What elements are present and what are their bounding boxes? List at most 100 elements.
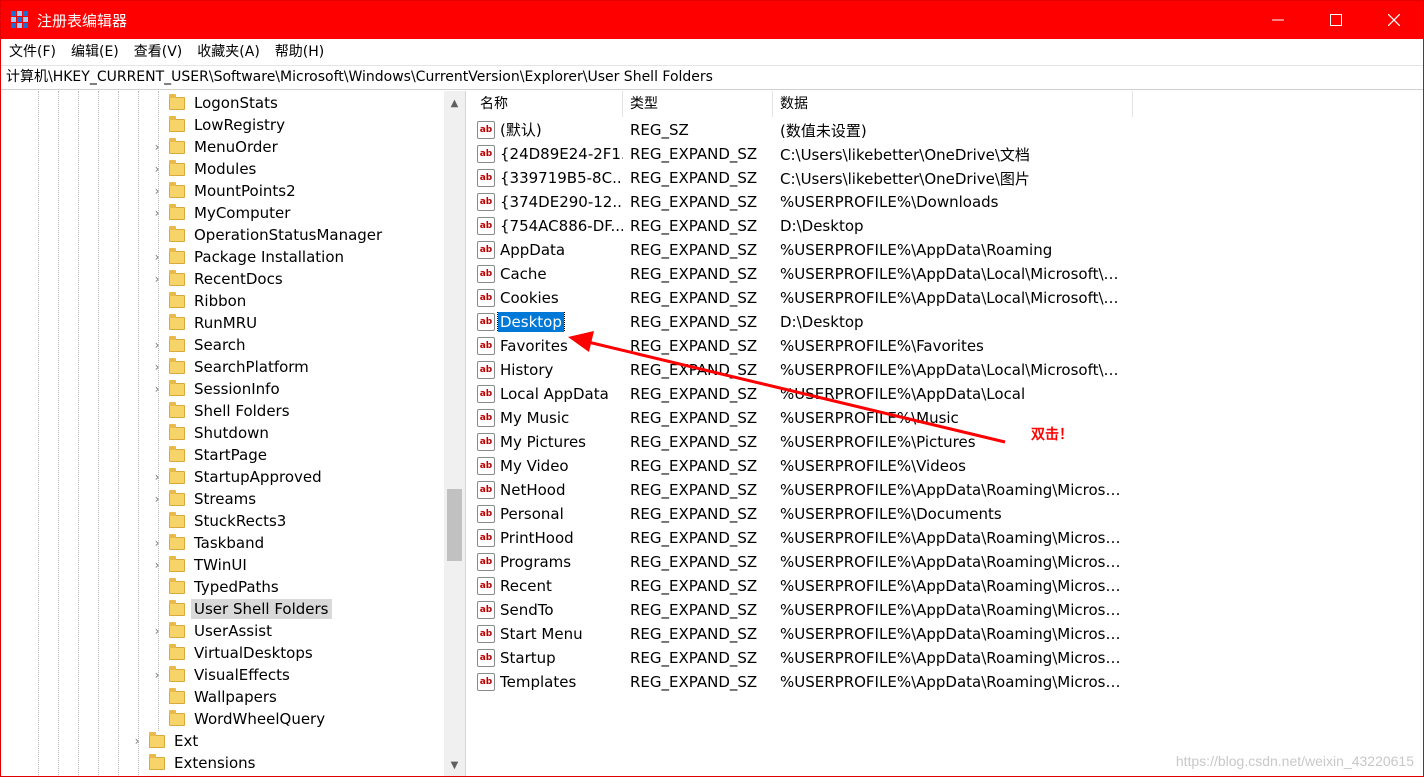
value-row[interactable]: ab Cache REG_EXPAND_SZ %USERPROFILE%\AppDat… (473, 262, 1128, 286)
value-row[interactable]: ab AppData REG_EXPAND_SZ %USERPROFILE%\AppD… (473, 238, 1128, 262)
tree-item[interactable]: › Ext (131, 730, 201, 752)
tree-item[interactable]: Shutdown (151, 422, 272, 444)
value-row[interactable]: ab PrintHood REG_EXPAND_SZ %USERPROFILE%\Ap… (473, 526, 1128, 550)
value-row[interactable]: ab {374DE290-12... REG_EXPAND_SZ %USERPROFI… (473, 190, 1128, 214)
tree-item[interactable]: › Streams (151, 488, 259, 510)
value-row[interactable]: ab Programs REG_EXPAND_SZ %USERPROFILE%\App… (473, 550, 1128, 574)
tree-item[interactable]: › RecentDocs (151, 268, 286, 290)
value-row[interactable]: ab Start Menu REG_EXPAND_SZ %USERPROFILE%\A… (473, 622, 1128, 646)
value-row[interactable]: ab {754AC886-DF... REG_EXPAND_SZ D:\Desktop (473, 214, 1128, 238)
column-name[interactable]: 名称 (473, 91, 623, 117)
chevron-right-icon[interactable]: › (151, 554, 163, 576)
tree-item[interactable]: VirtualDesktops (151, 642, 316, 664)
value-row[interactable]: ab Favorites REG_EXPAND_SZ %USERPROFILE%\Fa… (473, 334, 1128, 358)
chevron-right-icon[interactable]: › (151, 334, 163, 356)
tree-item[interactable]: StuckRects3 (151, 510, 289, 532)
tree-item[interactable]: › UserAssist (151, 620, 275, 642)
minimize-button[interactable] (1249, 1, 1307, 39)
value-type: REG_EXPAND_SZ (630, 193, 758, 211)
tree-item[interactable]: WordWheelQuery (151, 708, 328, 730)
tree-item[interactable]: Shell Folders (151, 400, 293, 422)
tree-item[interactable]: › MountPoints2 (151, 180, 299, 202)
tree-item[interactable]: › Modules (151, 158, 259, 180)
chevron-right-icon[interactable]: › (151, 136, 163, 158)
value-row[interactable]: ab {339719B5-8C... REG_EXPAND_SZ C:\Users\l… (473, 166, 1128, 190)
tree-item[interactable]: TypedPaths (151, 576, 282, 598)
chevron-right-icon[interactable]: › (151, 202, 163, 224)
value-row[interactable]: ab Startup REG_EXPAND_SZ %USERPROFILE%\AppD… (473, 646, 1128, 670)
ab-string-icon: ab (477, 673, 495, 691)
menu-file[interactable]: 文件(F) (1, 39, 63, 65)
value-row[interactable]: ab Cookies REG_EXPAND_SZ %USERPROFILE%\AppD… (473, 286, 1128, 310)
chevron-right-icon[interactable]: › (151, 664, 163, 686)
value-row[interactable]: ab Recent REG_EXPAND_SZ %USERPROFILE%\AppDa… (473, 574, 1128, 598)
value-row[interactable]: ab (默认) REG_SZ (数值未设置) (473, 118, 1128, 142)
tree-item-label: User Shell Folders (191, 599, 332, 619)
chevron-right-icon[interactable]: › (151, 180, 163, 202)
tree-item-label: MountPoints2 (194, 182, 296, 200)
chevron-right-icon[interactable]: › (151, 488, 163, 510)
tree-item[interactable]: › StartupApproved (151, 466, 325, 488)
chevron-right-icon[interactable]: › (151, 620, 163, 642)
scroll-thumb[interactable] (447, 489, 462, 561)
chevron-right-icon[interactable]: › (151, 158, 163, 180)
title-bar[interactable]: 注册表编辑器 (1, 1, 1423, 39)
tree-item[interactable]: › SessionInfo (151, 378, 283, 400)
chevron-right-icon[interactable]: › (151, 378, 163, 400)
tree-scrollbar[interactable]: ▲ ▼ (444, 91, 465, 776)
scroll-down-icon[interactable]: ▼ (444, 755, 465, 775)
tree-item-label: Modules (194, 160, 257, 178)
value-row[interactable]: ab SendTo REG_EXPAND_SZ %USERPROFILE%\AppDa… (473, 598, 1128, 622)
value-row[interactable]: ab Desktop REG_EXPAND_SZ D:\Desktop (473, 310, 1128, 334)
value-row[interactable]: ab {24D89E24-2F1... REG_EXPAND_SZ C:\Users\… (473, 142, 1128, 166)
chevron-right-icon[interactable]: › (151, 246, 163, 268)
tree-item[interactable]: › VisualEffects (151, 664, 293, 686)
chevron-right-icon[interactable]: › (151, 466, 163, 488)
ab-string-icon: ab (477, 553, 495, 571)
value-row[interactable]: ab My Music REG_EXPAND_SZ %USERPROFILE%\Mus… (473, 406, 1128, 430)
chevron-right-icon[interactable]: › (151, 268, 163, 290)
value-row[interactable]: ab Local AppData REG_EXPAND_SZ %USERPROFILE… (473, 382, 1128, 406)
tree-item[interactable]: › Taskband (151, 532, 267, 554)
menu-favorites[interactable]: 收藏夹(A) (189, 39, 267, 65)
tree-guide-line (98, 91, 99, 776)
value-row[interactable]: ab Templates REG_EXPAND_SZ %USERPROFILE%\Ap… (473, 670, 1128, 694)
tree-item[interactable]: StartPage (151, 444, 270, 466)
tree-item[interactable]: User Shell Folders (151, 598, 332, 620)
chevron-right-icon[interactable]: › (131, 730, 143, 752)
tree-item[interactable]: › MenuOrder (151, 136, 281, 158)
tree-item[interactable]: › Search (151, 334, 249, 356)
key-tree-pane[interactable]: LogonStats LowRegistry › MenuOrder › Modules ›… (1, 91, 466, 776)
column-data[interactable]: 数据 (773, 91, 1133, 117)
tree-item[interactable]: Wallpapers (151, 686, 280, 708)
value-row[interactable]: ab My Pictures REG_EXPAND_SZ %USERPROFILE%\… (473, 430, 1128, 454)
tree-item[interactable]: › SearchPlatform (151, 356, 312, 378)
chevron-right-icon[interactable]: › (151, 532, 163, 554)
scroll-up-icon[interactable]: ▲ (444, 93, 465, 113)
value-name: {24D89E24-2F1... (500, 145, 623, 163)
tree-item[interactable]: Ribbon (151, 290, 249, 312)
tree-item[interactable]: Extensions (131, 752, 258, 774)
tree-item[interactable]: › Package Installation (151, 246, 347, 268)
tree-item[interactable]: › TWinUI (151, 554, 250, 576)
tree-item[interactable]: LogonStats (151, 92, 281, 114)
close-button[interactable] (1365, 1, 1423, 39)
value-row[interactable]: ab NetHood REG_EXPAND_SZ %USERPROFILE%\AppD… (473, 478, 1128, 502)
column-type[interactable]: 类型 (623, 91, 773, 117)
tree-item-label: Extensions (174, 754, 256, 772)
address-bar[interactable]: 计算机\HKEY_CURRENT_USER\Software\Microsoft… (1, 65, 1423, 90)
tree-item[interactable]: LowRegistry (151, 114, 288, 136)
menu-view[interactable]: 查看(V) (126, 39, 190, 65)
tree-item[interactable]: › MyComputer (151, 202, 293, 224)
value-row[interactable]: ab History REG_EXPAND_SZ %USERPROFILE%\AppD… (473, 358, 1128, 382)
menu-edit[interactable]: 编辑(E) (63, 39, 126, 65)
value-row[interactable]: ab Personal REG_EXPAND_SZ %USERPROFILE%\Doc… (473, 502, 1128, 526)
chevron-right-icon[interactable]: › (151, 356, 163, 378)
maximize-button[interactable] (1307, 1, 1365, 39)
value-list-pane[interactable]: 名称 类型 数据 ab (默认) REG_SZ (数值未设置) ab {24D89E24-… (473, 91, 1423, 776)
tree-item[interactable]: RunMRU (151, 312, 260, 334)
tree-item[interactable]: OperationStatusManager (151, 224, 385, 246)
menu-help[interactable]: 帮助(H) (267, 39, 331, 65)
value-row[interactable]: ab My Video REG_EXPAND_SZ %USERPROFILE%\Vid… (473, 454, 1128, 478)
